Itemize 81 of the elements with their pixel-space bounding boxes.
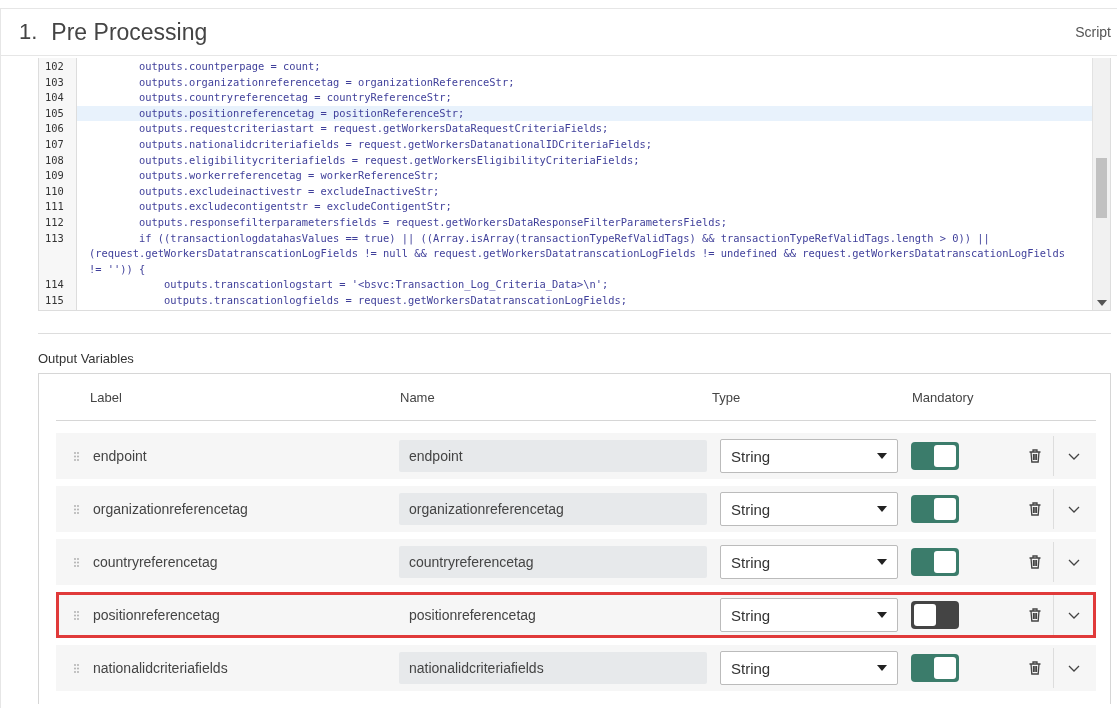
type-dropdown[interactable]: String xyxy=(720,598,898,632)
trash-icon[interactable] xyxy=(1029,555,1041,569)
code-line: if ((transactionlogdatahasValues == true) || ((Array.isArray(transactionTypeRefValidTags) && transactionTypeRefValidTags.length > 0)) || xyxy=(138,230,991,247)
variable-label: organizationreferencetag xyxy=(93,501,249,517)
line-number: 112 xyxy=(44,214,65,230)
variable-label: countryreferencetag xyxy=(93,554,219,570)
mandatory-toggle[interactable] xyxy=(911,495,959,523)
chevron-down-icon[interactable] xyxy=(1067,505,1080,513)
line-number: 107 xyxy=(44,136,65,152)
code-line: outputs.requestcriteriastart = request.getWorkersDataRequestCriteriaFields; xyxy=(138,121,610,137)
trash-icon[interactable] xyxy=(1029,502,1041,516)
column-header: Type xyxy=(712,389,742,405)
drag-handle-icon[interactable] xyxy=(73,610,79,620)
type-dropdown[interactable]: String xyxy=(720,545,898,579)
caret-icon xyxy=(877,612,887,618)
scrollbar-thumb[interactable] xyxy=(1096,158,1107,218)
caret-icon xyxy=(877,506,887,512)
scrollbar[interactable] xyxy=(1092,58,1110,310)
trash-icon[interactable] xyxy=(1029,449,1041,463)
line-number: 108 xyxy=(44,152,65,168)
line-number: 106 xyxy=(44,121,65,137)
chevron-down-icon[interactable] xyxy=(1067,611,1080,619)
line-number: 111 xyxy=(44,199,65,215)
mandatory-toggle[interactable] xyxy=(911,442,959,470)
drag-handle-icon[interactable] xyxy=(73,504,79,514)
script-link[interactable]: Script xyxy=(1075,24,1111,40)
name-field[interactable]: nationalidcriteriafields xyxy=(399,652,707,684)
code-line: outputs.responsefilterparametersfields = request.getWorkersDataResponseFilterParametersFields; xyxy=(138,214,729,230)
code-line: outputs.countryreferencetag = countryReferenceStr; xyxy=(138,90,453,106)
variable-label: nationalidcriteriafields xyxy=(93,660,229,676)
column-header: Mandatory xyxy=(912,389,975,405)
line-number: 104 xyxy=(44,90,65,106)
section-number: 1. xyxy=(19,19,38,45)
code-line: outputs.eligibilitycriteriafields = request.getWorkersEligibilityCriteriaFields; xyxy=(138,152,641,168)
line-number: 114 xyxy=(44,277,65,293)
section-heading: Output Variables xyxy=(38,351,135,368)
caret-icon xyxy=(877,559,887,565)
code-line: outputs.transcationlogstart = '<bsvc:Transaction_Log_Criteria_Data>\n'; xyxy=(163,277,610,293)
code-line: (request.getWorkersDatatranscationLogFields != null && request.getWorkersDatatranscationLogFields != undefined && request.getWorkersDatatranscationLogFields xyxy=(88,246,1066,262)
code-line: outputs.countperpage = count; xyxy=(138,59,322,74)
trash-icon[interactable] xyxy=(1029,661,1041,675)
mandatory-toggle[interactable] xyxy=(911,601,959,629)
line-number: 105 xyxy=(44,105,65,121)
line-number: 115 xyxy=(44,292,65,308)
type-dropdown[interactable]: String xyxy=(720,492,898,526)
name-field[interactable]: positionreferencetag xyxy=(399,599,707,631)
chevron-down-icon[interactable] xyxy=(1067,452,1080,460)
name-field[interactable]: endpoint xyxy=(399,440,707,472)
line-number: 110 xyxy=(44,183,65,199)
trash-icon[interactable] xyxy=(1029,608,1041,622)
code-line: outputs.nationalidcriteriafields = request.getWorkersDatanationalIDCriteriaFields; xyxy=(138,136,653,152)
line-number: 102 xyxy=(44,59,65,74)
caret-icon xyxy=(877,453,887,459)
code-line: outputs.excludeinactivestr = excludeInactiveStr; xyxy=(138,183,441,199)
code-line: outputs.transcationlogfields = request.getWorkersDatatranscationLogFields; xyxy=(163,292,628,308)
line-number: 103 xyxy=(44,74,65,90)
variable-label: endpoint xyxy=(93,448,148,464)
name-field[interactable]: countryreferencetag xyxy=(399,546,707,578)
line-number: 113 xyxy=(44,230,65,246)
type-dropdown[interactable]: String xyxy=(720,651,898,685)
code-line: outputs.excludecontigentstr = excludeContigentStr; xyxy=(138,199,453,215)
type-dropdown[interactable]: String xyxy=(720,439,898,473)
code-line: outputs.organizationreferencetag = organizationReferenceStr; xyxy=(138,74,516,90)
code-line: outputs.positionreferencetag = positionReferenceStr; xyxy=(138,105,466,121)
scroll-down-icon[interactable] xyxy=(1097,300,1107,306)
drag-handle-icon[interactable] xyxy=(73,451,79,461)
line-number: 109 xyxy=(44,168,65,184)
mandatory-toggle[interactable] xyxy=(911,548,959,576)
caret-icon xyxy=(877,665,887,671)
name-field[interactable]: organizationreferencetag xyxy=(399,493,707,525)
drag-handle-icon[interactable] xyxy=(73,663,79,673)
mandatory-toggle[interactable] xyxy=(911,654,959,682)
drag-handle-icon[interactable] xyxy=(73,557,79,567)
column-header: Name xyxy=(400,389,436,405)
variable-label: positionreferencetag xyxy=(93,607,221,623)
chevron-down-icon[interactable] xyxy=(1067,558,1080,566)
code-line: outputs.workerreferencetag = workerReferenceStr; xyxy=(138,168,441,184)
code-line: != '')) { xyxy=(88,261,147,277)
section-title: Pre Processing xyxy=(51,18,209,46)
chevron-down-icon[interactable] xyxy=(1067,664,1080,672)
column-header: Label xyxy=(90,389,123,405)
